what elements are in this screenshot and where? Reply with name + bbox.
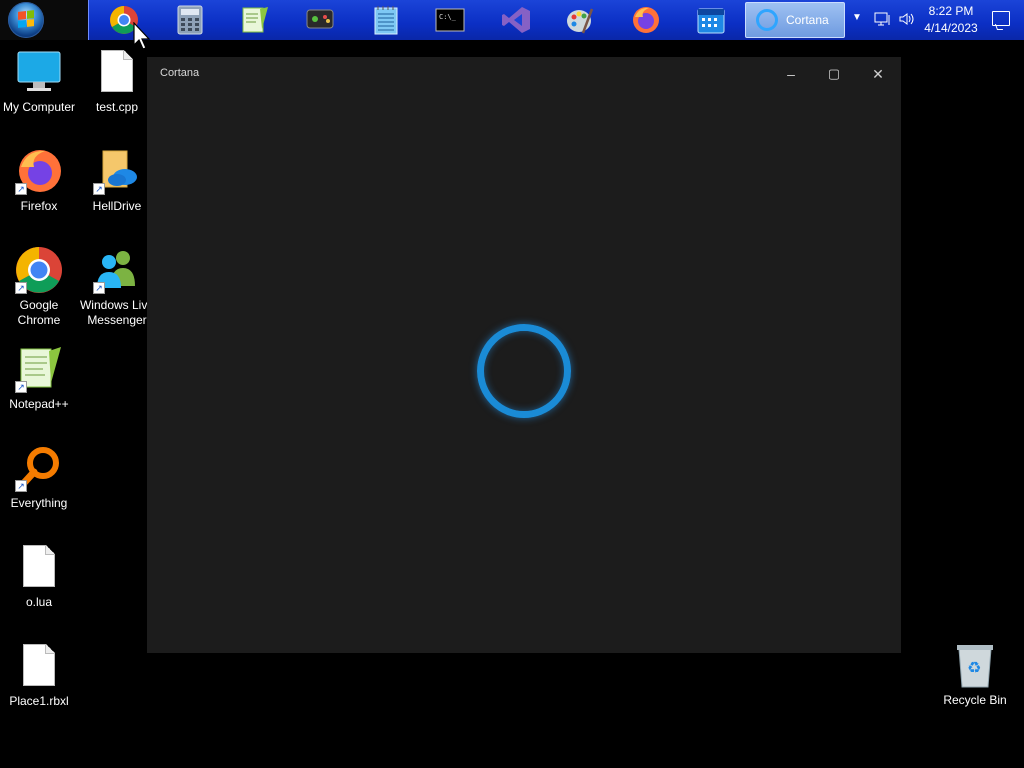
messenger-icon: ↗ bbox=[93, 246, 141, 294]
volume-icon[interactable] bbox=[898, 11, 916, 30]
magnifier-icon: ↗ bbox=[15, 444, 63, 492]
desktop-icon-label: Google Chrome bbox=[17, 298, 61, 327]
window-title: Cortana bbox=[160, 67, 200, 79]
cortana-ring-icon bbox=[477, 324, 571, 418]
monitor-icon bbox=[15, 48, 63, 96]
close-button[interactable]: ✕ bbox=[860, 63, 896, 85]
desktop-icon-google-chrome[interactable]: ↗ Google Chrome bbox=[0, 246, 78, 328]
minimize-button[interactable]: – bbox=[773, 63, 809, 85]
desktop-icon-label: Place1.rbxl bbox=[9, 694, 69, 708]
desktop-icon-label: Firefox bbox=[20, 199, 58, 213]
visual-studio-icon[interactable] bbox=[500, 4, 532, 36]
clock[interactable]: 8:22 PM 4/14/2023 bbox=[920, 3, 982, 37]
maximize-button[interactable]: ▢ bbox=[816, 63, 852, 85]
clock-date: 4/14/2023 bbox=[924, 21, 978, 35]
windows-logo-icon bbox=[18, 10, 34, 28]
desktop-icon-o-lua[interactable]: o.lua bbox=[0, 543, 78, 610]
cmd-icon[interactable]: C:\_ bbox=[434, 4, 466, 36]
file-icon bbox=[15, 642, 63, 690]
desktop-icon-recycle-bin[interactable]: ♻ Recycle Bin bbox=[943, 643, 1007, 707]
desktop-icon-windows-live-messenger[interactable]: ↗ Windows Live Messenger bbox=[78, 246, 156, 328]
svg-text:C:\_: C:\_ bbox=[439, 13, 457, 21]
clock-time: 8:22 PM bbox=[928, 4, 974, 18]
desktop-icon-place1-rbxl[interactable]: Place1.rbxl bbox=[0, 642, 78, 709]
desktop-icon-label: o.lua bbox=[25, 595, 53, 609]
calendar-icon[interactable] bbox=[695, 4, 727, 36]
desktop-icon-firefox[interactable]: ↗ Firefox bbox=[0, 147, 78, 214]
onedrive-folder-icon: ↗ bbox=[93, 147, 141, 195]
chrome-icon: ↗ bbox=[15, 246, 63, 294]
desktop-icon-label: HellDrive bbox=[92, 199, 142, 213]
desktop-icon-everything[interactable]: ↗ Everything bbox=[0, 444, 78, 511]
desktop-icon-label: Everything bbox=[10, 496, 68, 510]
tray-overflow-icon[interactable]: ▼ bbox=[852, 12, 862, 23]
desktop-icon-my-computer[interactable]: My Computer bbox=[0, 48, 78, 115]
shortcut-arrow-icon: ↗ bbox=[15, 381, 27, 393]
notepadpp-icon: ↗ bbox=[15, 345, 63, 393]
desktop-icon-label: Notepad++ bbox=[9, 397, 69, 411]
shortcut-arrow-icon: ↗ bbox=[93, 183, 105, 195]
notification-icon[interactable] bbox=[992, 11, 1010, 26]
taskbar-cortana-button[interactable]: Cortana bbox=[745, 2, 845, 38]
taskbar-cortana-label: Cortana bbox=[786, 13, 829, 27]
desktop-icon-notepadpp[interactable]: ↗ Notepad++ bbox=[0, 345, 78, 412]
recycle-bin-icon: ♻ bbox=[955, 643, 995, 689]
calculator-icon[interactable] bbox=[174, 4, 206, 36]
game-controller-icon[interactable] bbox=[304, 4, 336, 36]
paint-icon[interactable] bbox=[564, 4, 596, 36]
desktop-icon-label: Windows Live Messenger bbox=[79, 298, 155, 327]
shortcut-arrow-icon: ↗ bbox=[15, 183, 27, 195]
shortcut-arrow-icon: ↗ bbox=[15, 282, 27, 294]
network-icon[interactable] bbox=[874, 11, 892, 30]
taskbar: C:\_ Cortana ▼ 8:22 PM 4/14/2023 bbox=[0, 0, 1024, 40]
firefox-icon[interactable] bbox=[630, 4, 662, 36]
start-button[interactable] bbox=[8, 2, 44, 38]
shortcut-arrow-icon: ↗ bbox=[15, 480, 27, 492]
file-icon bbox=[93, 48, 141, 96]
firefox-icon: ↗ bbox=[15, 147, 63, 195]
desktop-icon-test-cpp[interactable]: test.cpp bbox=[78, 48, 156, 115]
notepadpp-icon[interactable] bbox=[239, 4, 271, 36]
desktop-icon-label: test.cpp bbox=[95, 100, 139, 114]
desktop-icon-helldrive[interactable]: ↗ HellDrive bbox=[78, 147, 156, 214]
shortcut-arrow-icon: ↗ bbox=[93, 282, 105, 294]
svg-text:♻: ♻ bbox=[967, 658, 981, 677]
desktop-icon-label: My Computer bbox=[2, 100, 76, 114]
notepad-icon[interactable] bbox=[370, 4, 402, 36]
cortana-window[interactable]: Cortana – ▢ ✕ bbox=[147, 57, 901, 653]
cortana-icon bbox=[756, 9, 778, 31]
file-icon bbox=[15, 543, 63, 591]
desktop-icon-label: Recycle Bin bbox=[943, 693, 1007, 707]
